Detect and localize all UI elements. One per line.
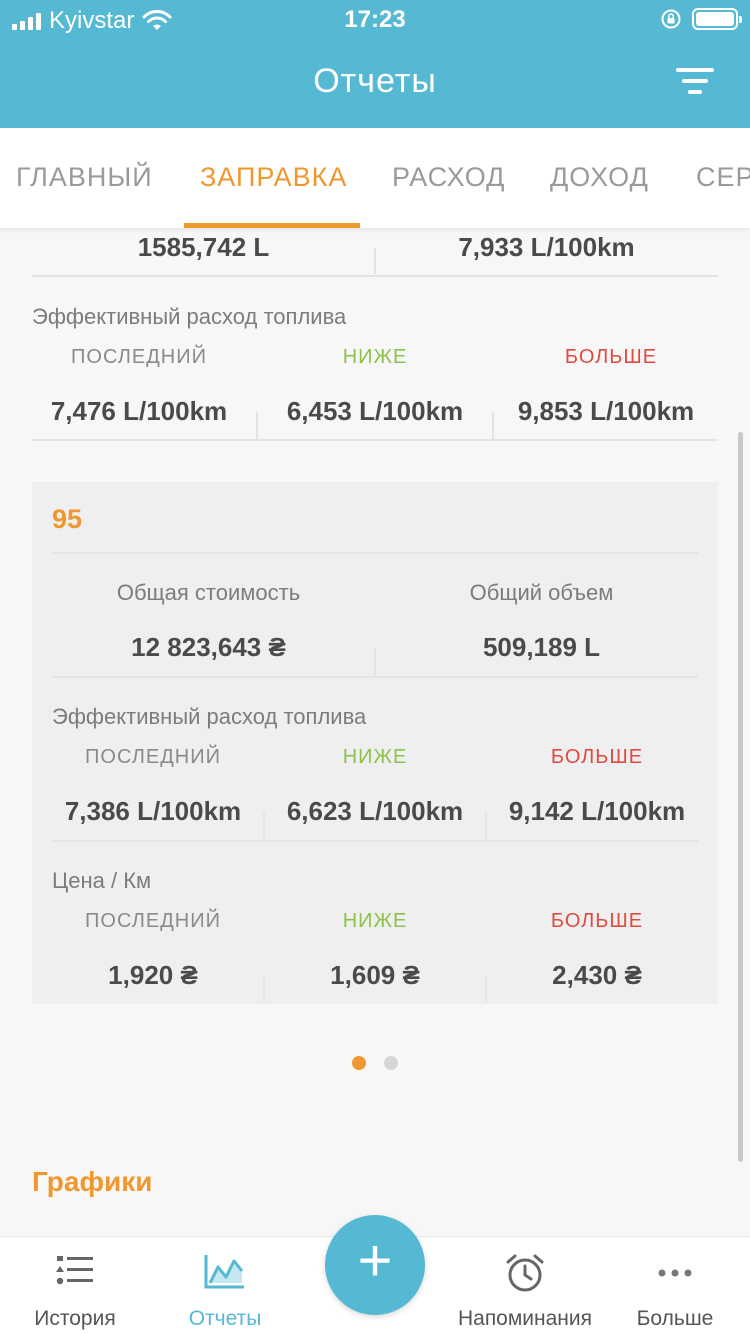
tabbar-item-reminders[interactable]: Напоминания: [450, 1237, 600, 1334]
report-content[interactable]: 1585,742 L 7,933 L/100km Эффективный рас…: [0, 228, 750, 1236]
price-header-lower: НИЖЕ: [342, 910, 408, 932]
tab-refuel[interactable]: ЗАПРАВКА: [200, 162, 347, 193]
status-time: 17:23: [344, 6, 406, 33]
divider: [485, 976, 487, 1002]
fuel-type-title: 95: [52, 504, 83, 534]
total-volume-value: 1585,742 L: [137, 232, 270, 262]
card-header-lower: НИЖЕ: [342, 746, 408, 768]
scrollbar[interactable]: [738, 432, 743, 1162]
card-effective-lower: 6,623 L/100km: [286, 796, 464, 826]
total-volume-label: Общий объем: [469, 580, 614, 605]
card-effective-label: Эффективный расход топлива: [52, 704, 367, 729]
active-tab-indicator: [184, 223, 360, 228]
effective-higher-value: 9,853 L/100km: [517, 396, 695, 426]
price-last-value: 1,920 ₴: [108, 960, 198, 990]
total-cost-value: 12 823,643 ₴: [131, 632, 286, 662]
tabbar-label-more: Больше: [636, 1307, 714, 1330]
tabbar-label-history: История: [34, 1307, 116, 1330]
divider: [32, 275, 718, 277]
tab-main[interactable]: ГЛАВНЫЙ: [16, 162, 153, 193]
app-header: Kyivstar 17:23 Отчеты: [0, 0, 750, 128]
pager-dot-active[interactable]: [352, 1056, 366, 1070]
price-higher-value: 2,430 ₴: [552, 960, 642, 990]
divider: [485, 812, 487, 840]
tab-income[interactable]: ДОХОД: [550, 162, 649, 193]
fuel-volume-value: 509,189 L: [482, 632, 601, 662]
more-dots-icon: [658, 1269, 692, 1277]
header-higher: БОЛЬШЕ: [564, 346, 658, 368]
orientation-lock-icon: [661, 9, 681, 29]
divider: [52, 840, 698, 842]
add-entry-button[interactable]: +: [325, 1215, 425, 1315]
report-tabs: ГЛАВНЫЙ ЗАПРАВКА РАСХОД ДОХОД СЕР: [0, 128, 750, 228]
chart-icon: [204, 1255, 244, 1289]
tabbar-item-history[interactable]: История: [0, 1237, 150, 1334]
divider: [374, 248, 376, 274]
divider: [374, 648, 376, 676]
price-header-last: ПОСЛЕДНИЙ: [85, 910, 221, 932]
battery-icon: [692, 8, 742, 30]
tabbar-label-reminders: Напоминания: [457, 1307, 593, 1330]
list-icon: [56, 1256, 93, 1285]
card-header-last: ПОСЛЕДНИЙ: [85, 746, 221, 768]
price-header-higher: БОЛЬШЕ: [550, 910, 644, 932]
plus-icon: +: [357, 1227, 393, 1294]
card-effective-higher: 9,142 L/100km: [508, 796, 686, 826]
header-last: ПОСЛЕДНИЙ: [71, 346, 207, 368]
avg-consumption-value: 7,933 L/100km: [458, 232, 635, 262]
divider: [263, 812, 265, 840]
tabbar-label-reports: Отчеты: [188, 1307, 262, 1330]
tab-expense[interactable]: РАСХОД: [392, 162, 505, 193]
divider: [52, 676, 698, 678]
effective-last-value: 7,476 L/100km: [50, 396, 228, 426]
fuel-type-card[interactable]: 95 Общая стоимость Общий объем 12 823,64…: [32, 482, 718, 1004]
price-per-km-label: Цена / Км: [52, 868, 152, 893]
divider: [256, 412, 258, 440]
alarm-clock-icon: [506, 1254, 544, 1292]
card-effective-last: 7,386 L/100km: [64, 796, 242, 826]
header-lower: НИЖЕ: [342, 346, 408, 368]
filter-icon[interactable]: [676, 68, 714, 98]
status-bar: Kyivstar 17:23: [0, 0, 750, 40]
divider: [52, 552, 698, 554]
divider: [263, 976, 265, 1002]
pager-dot[interactable]: [384, 1056, 398, 1070]
card-header-higher: БОЛЬШЕ: [550, 746, 644, 768]
tabbar-item-reports[interactable]: Отчеты: [150, 1237, 300, 1334]
effective-lower-value: 6,453 L/100km: [286, 396, 464, 426]
price-lower-value: 1,609 ₴: [330, 960, 420, 990]
tab-service[interactable]: СЕР: [696, 162, 750, 193]
divider: [32, 439, 718, 441]
charts-section-title: Графики: [32, 1166, 153, 1197]
tabbar-item-more[interactable]: Больше: [600, 1237, 750, 1334]
page-title: Отчеты: [313, 62, 437, 100]
divider: [492, 412, 494, 440]
total-cost-label: Общая стоимость: [116, 580, 301, 605]
effective-consumption-label: Эффективный расход топлива: [32, 304, 347, 329]
